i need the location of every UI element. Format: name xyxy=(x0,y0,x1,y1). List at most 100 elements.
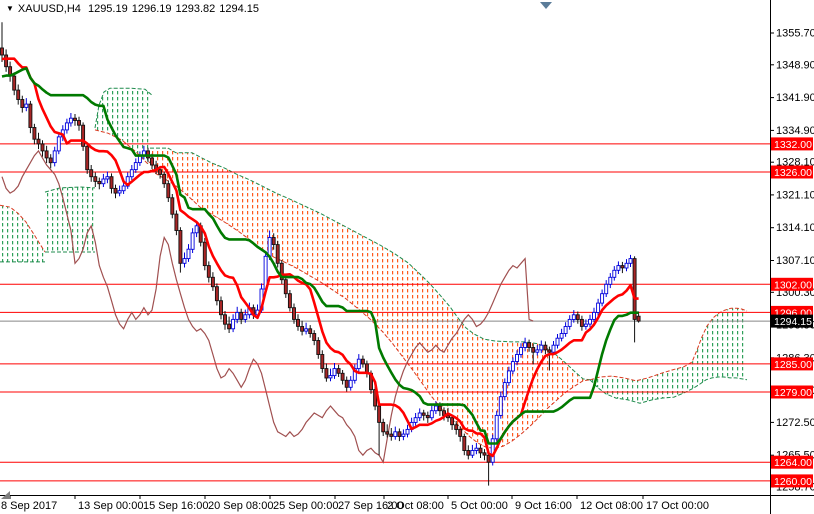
candle-body-bear xyxy=(94,177,97,182)
candle xyxy=(114,185,117,199)
candle-body-bull xyxy=(605,284,608,293)
symbol-period-label: XAUUSD,H4 xyxy=(18,3,81,15)
candle-body-bull xyxy=(187,249,190,258)
candle-body-bull xyxy=(524,343,527,348)
candle xyxy=(317,337,320,359)
candle xyxy=(106,172,109,184)
time-tick-label: 25 Sep 00:00 xyxy=(273,500,338,512)
price-tick-label: 1355.70 xyxy=(776,28,814,40)
candle-body-bear xyxy=(203,242,206,265)
price-tick-label: 1321.10 xyxy=(776,189,814,201)
candle-body-bear xyxy=(325,369,328,378)
candle-body-bear xyxy=(633,259,636,320)
candle-body-bear xyxy=(361,359,364,364)
candle xyxy=(463,434,466,456)
candle-body-bear xyxy=(459,429,462,436)
time-tick-label: 12 Oct 08:00 xyxy=(580,500,643,512)
candle xyxy=(617,261,620,274)
candle-body-bear xyxy=(317,341,320,355)
candle-body-bear xyxy=(98,181,101,183)
candle-body-bear xyxy=(288,294,291,308)
candle-body-bear xyxy=(455,425,458,430)
candle-body-bull xyxy=(183,259,186,264)
candle xyxy=(580,316,583,331)
candle-body-bull xyxy=(507,371,510,383)
ohlc-low-value: 1293.82 xyxy=(175,3,215,15)
candle-body-bear xyxy=(297,319,300,326)
candle xyxy=(305,323,308,335)
candle-body-bull xyxy=(589,319,592,324)
candle-body-bull xyxy=(503,383,506,397)
candle-body-bear xyxy=(82,125,85,146)
candle-body-bull xyxy=(609,277,612,284)
candle-body-bear xyxy=(86,146,89,169)
candle-body-bull xyxy=(329,376,332,378)
price-level-badge-1264.00-text: 1264.00 xyxy=(774,457,812,469)
candle xyxy=(629,255,632,267)
candle xyxy=(5,49,8,71)
time-axis[interactable]: 8 Sep 201713 Sep 00:0015 Sep 16:0020 Sep… xyxy=(1,495,709,512)
time-tick-label: 2 Oct 08:00 xyxy=(387,500,444,512)
candle-body-bull xyxy=(536,350,539,352)
candle xyxy=(313,330,316,345)
price-tick-label: 1307.10 xyxy=(776,255,814,267)
candle xyxy=(53,147,56,167)
candle xyxy=(171,194,174,218)
candle-body-bull xyxy=(568,319,571,326)
candle xyxy=(589,315,592,328)
candle-body-bear xyxy=(313,334,316,341)
candle-body-bull xyxy=(629,259,632,264)
candle xyxy=(69,113,72,127)
candle xyxy=(422,410,425,421)
candle-body-bull xyxy=(244,315,247,320)
time-tick-label: 15 Sep 16:00 xyxy=(143,500,208,512)
candle xyxy=(341,370,344,385)
candle-body-bear xyxy=(463,437,466,451)
candle xyxy=(609,273,612,288)
candle-body-bear xyxy=(422,413,425,415)
candle-body-bull xyxy=(232,319,235,328)
candle xyxy=(430,406,433,421)
candle-body-bull xyxy=(53,151,56,163)
trading-chart-window: ▼XAUUSD,H4 1295.191296.191293.821294.15 … xyxy=(0,0,814,514)
candle xyxy=(163,172,166,188)
chart-shift-marker-icon xyxy=(540,2,552,9)
candle-body-bull xyxy=(394,432,397,437)
candle-body-bear xyxy=(41,144,44,151)
chart-canvas[interactable]: 1355.701348.901341.901334.901328.101321.… xyxy=(0,0,814,514)
candle-body-bull xyxy=(349,380,352,387)
candle-body-bear xyxy=(240,312,243,319)
candle-body-bear xyxy=(398,432,401,437)
candle-body-bear xyxy=(528,343,531,348)
candle xyxy=(179,227,182,272)
candle xyxy=(203,238,206,270)
candle xyxy=(402,429,405,440)
candle-body-bull xyxy=(520,348,523,355)
plot-area xyxy=(0,22,770,485)
candle xyxy=(605,280,608,297)
time-tick-label: 17 Oct 00:00 xyxy=(646,500,709,512)
candle xyxy=(65,119,68,134)
candle-body-bear xyxy=(37,139,40,144)
candle-body-bull xyxy=(406,429,409,434)
price-level-badge-1260.00: 1260.00 xyxy=(771,474,813,488)
candle-body-bull xyxy=(572,315,575,320)
candle xyxy=(41,140,44,156)
candle xyxy=(86,143,89,174)
symbol-dropdown-icon[interactable]: ▼ xyxy=(6,4,14,13)
candle-body-bull xyxy=(414,418,417,423)
price-level-badge-1285.00-text: 1285.00 xyxy=(774,359,812,371)
candle-body-bear xyxy=(33,128,36,140)
candle-body-bear xyxy=(78,121,81,126)
price-axis[interactable]: 1355.701348.901341.901334.901328.101321.… xyxy=(770,28,814,494)
candle-body-bear xyxy=(179,231,182,264)
candle-body-bear xyxy=(580,319,583,326)
candle xyxy=(321,350,324,373)
candle xyxy=(301,321,304,336)
candle xyxy=(276,241,279,268)
candle-body-bear xyxy=(159,170,162,175)
candle-body-bear xyxy=(479,448,482,453)
candle xyxy=(560,329,563,342)
candle xyxy=(37,133,40,149)
candle-body-bear xyxy=(487,455,490,462)
